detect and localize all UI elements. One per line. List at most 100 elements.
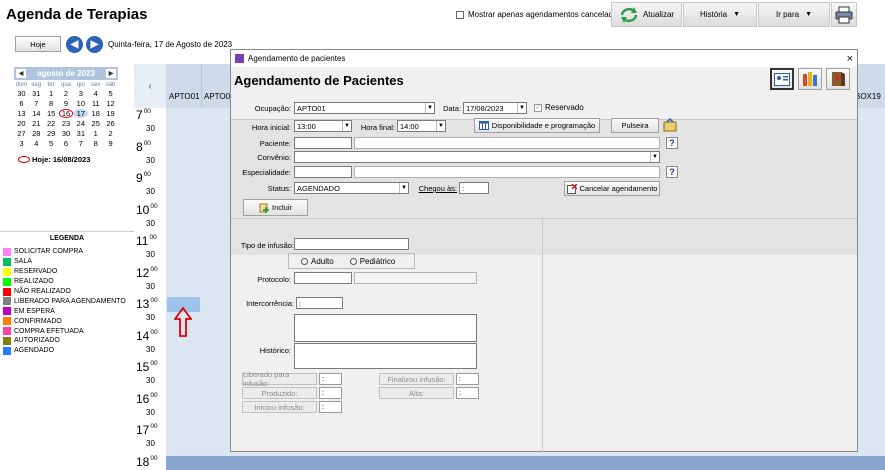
- scroll-left-button[interactable]: ‹: [134, 64, 166, 108]
- calendar-day[interactable]: 7: [73, 139, 88, 148]
- finalizou-infusao-input[interactable]: :: [456, 373, 479, 385]
- next-day-button[interactable]: ▶: [86, 36, 103, 53]
- goto-dropdown[interactable]: Ir para ▼: [758, 2, 830, 27]
- calendar-day[interactable]: 1: [44, 89, 59, 98]
- produzido-button[interactable]: Produzido:: [242, 387, 317, 399]
- reservado-checkbox[interactable]: ✓: [534, 103, 542, 112]
- intercorrencia-input[interactable]: :: [296, 297, 343, 309]
- calendar-day[interactable]: 2: [103, 129, 118, 138]
- calendar-day[interactable]: 17: [73, 109, 89, 118]
- paciente-code-input[interactable]: [294, 137, 352, 149]
- produzido-input[interactable]: :: [319, 387, 342, 399]
- calendar-day[interactable]: 16: [58, 109, 74, 118]
- previous-day-button[interactable]: ◀: [66, 36, 83, 53]
- pediatrico-radio[interactable]: Pediátrico: [349, 257, 395, 266]
- refresh-button[interactable]: Atualizar: [611, 2, 682, 27]
- calendar-day[interactable]: 4: [88, 89, 103, 98]
- calendar-next-month-icon[interactable]: ▶: [106, 69, 116, 78]
- calendar-day[interactable]: 3: [14, 139, 29, 148]
- calendar-day[interactable]: 10: [73, 99, 88, 108]
- alta-button[interactable]: Alta:: [379, 387, 454, 399]
- chegou-input[interactable]: :: [459, 182, 489, 194]
- calendar-day[interactable]: 14: [29, 109, 44, 118]
- paciente-name-input[interactable]: [354, 137, 660, 149]
- liberado-infusao-button[interactable]: Liberado para infusão:: [242, 370, 317, 388]
- cancelar-agendamento-button[interactable]: Cancelar agendamento: [564, 181, 660, 196]
- observacao-textarea[interactable]: [294, 314, 477, 342]
- calendar-day[interactable]: 30: [14, 89, 29, 98]
- calendar-day[interactable]: 19: [103, 109, 118, 118]
- calendar-today[interactable]: Hoje: 16/08/2023: [18, 155, 90, 164]
- finalizou-infusao-button[interactable]: Finalizou infusão:: [379, 373, 454, 385]
- calendar-day[interactable]: 28: [29, 129, 44, 138]
- hora-inicial-select[interactable]: 13:00 ▼: [294, 120, 352, 132]
- calendar-day[interactable]: 31: [73, 129, 88, 138]
- especialidade-name-input[interactable]: [354, 166, 660, 178]
- calendar-day[interactable]: 25: [88, 119, 103, 128]
- tipo-infusao-input[interactable]: [294, 238, 409, 250]
- close-icon[interactable]: ×: [847, 53, 853, 65]
- paciente-help-icon[interactable]: ?: [666, 137, 678, 149]
- calendar-day[interactable]: 6: [59, 139, 74, 148]
- column-header-apto01[interactable]: APTO01: [169, 92, 200, 101]
- calendar-day[interactable]: 8: [88, 139, 103, 148]
- calendar-day[interactable]: 1: [88, 129, 103, 138]
- calendar-day[interactable]: 2: [59, 89, 74, 98]
- status-select[interactable]: AGENDADO ▼: [294, 182, 409, 194]
- files-button[interactable]: [798, 68, 822, 90]
- calendar-day[interactable]: 26: [103, 119, 118, 128]
- calendar-day[interactable]: 24: [73, 119, 88, 128]
- calendar-day[interactable]: 15: [44, 109, 59, 118]
- patient-card-button[interactable]: [770, 68, 794, 90]
- especialidade-help-icon[interactable]: ?: [666, 166, 678, 178]
- pulseira-print-icon[interactable]: [663, 117, 677, 132]
- calendar-day[interactable]: 9: [103, 139, 118, 148]
- protocolo-code-input[interactable]: [294, 272, 352, 284]
- cancelled-filter[interactable]: Mostrar apenas agendamentos cancelados: [456, 10, 621, 19]
- calendar-day[interactable]: 6: [14, 99, 29, 108]
- especialidade-code-input[interactable]: [294, 166, 352, 178]
- calendar-day[interactable]: 9: [59, 99, 74, 108]
- ocupacao-select[interactable]: APTO01 ▼: [294, 102, 435, 114]
- calendar-day[interactable]: 11: [88, 99, 103, 108]
- convenio-select[interactable]: ▼: [294, 151, 660, 163]
- calendar-day[interactable]: 30: [59, 129, 74, 138]
- disponibilidade-button[interactable]: Disponibilidade e programação: [474, 118, 600, 133]
- calendar-day[interactable]: 23: [59, 119, 74, 128]
- calendar-day[interactable]: 5: [103, 89, 118, 98]
- calendar-day[interactable]: 20: [14, 119, 29, 128]
- pulseira-button[interactable]: Pulseira: [611, 118, 659, 133]
- calendar-day[interactable]: 13: [14, 109, 29, 118]
- calendar-day[interactable]: 12: [103, 99, 118, 108]
- data-field[interactable]: 17/08/2023 ▼: [463, 102, 527, 114]
- protocolo-name-input[interactable]: [354, 272, 477, 284]
- calendar-day[interactable]: 18: [88, 109, 103, 118]
- history-dropdown[interactable]: História ▼: [683, 2, 757, 27]
- column-header-box19[interactable]: BOX19: [855, 92, 881, 101]
- print-button[interactable]: [831, 2, 857, 27]
- calendar-day[interactable]: 31: [29, 89, 44, 98]
- calendar-day[interactable]: 3: [73, 89, 88, 98]
- historico-textarea[interactable]: [294, 343, 477, 369]
- calendar-day[interactable]: 4: [29, 139, 44, 148]
- calendar-day[interactable]: 29: [44, 129, 59, 138]
- iniciou-infusao-button[interactable]: Iniciou infusão:: [242, 401, 317, 413]
- reservado-checkbox-group[interactable]: ✓ Reservado: [534, 103, 584, 112]
- calendar-day[interactable]: 22: [44, 119, 59, 128]
- calendar-day[interactable]: 8: [44, 99, 59, 108]
- calendar-day[interactable]: 27: [14, 129, 29, 138]
- iniciou-infusao-input[interactable]: :: [319, 401, 342, 413]
- calendar-day[interactable]: 5: [44, 139, 59, 148]
- adulto-radio[interactable]: Adulto: [301, 257, 334, 266]
- cancelled-checkbox[interactable]: [456, 10, 464, 19]
- exit-button[interactable]: [826, 68, 850, 90]
- calendar-day[interactable]: 21: [29, 119, 44, 128]
- liberado-infusao-input[interactable]: :: [319, 373, 342, 385]
- calendar-prev-month-icon[interactable]: ◀: [16, 69, 26, 78]
- calendar-day[interactable]: 7: [29, 99, 44, 108]
- hora-final-select[interactable]: 14:00 ▼: [397, 120, 446, 132]
- alta-input[interactable]: :: [456, 387, 479, 399]
- today-button[interactable]: Hoje: [15, 36, 61, 52]
- incluir-button[interactable]: Incluir: [243, 199, 308, 216]
- mini-calendar[interactable]: dom seg ter qua qui sex sáb 30 31 1 2 3 4 5 6 7 8 9 10 11 12…: [14, 82, 118, 148]
